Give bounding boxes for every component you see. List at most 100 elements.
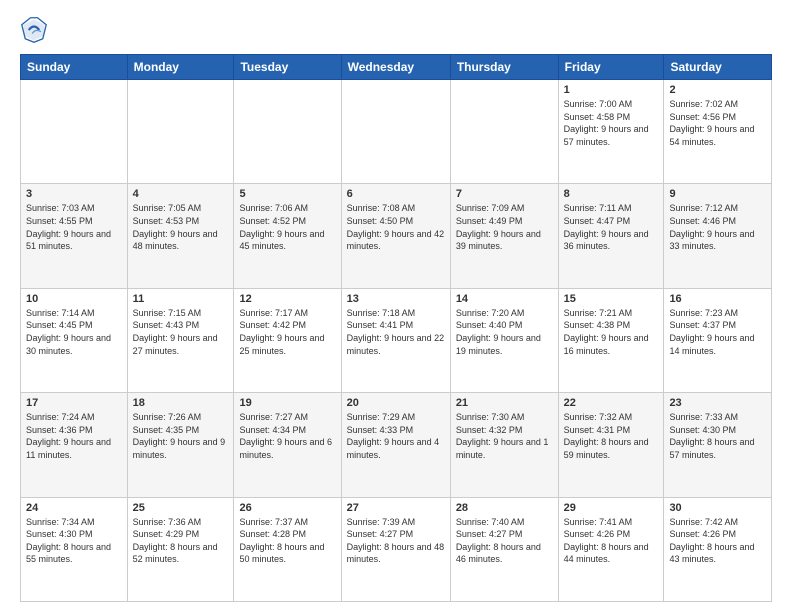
day-number: 8 <box>564 188 659 200</box>
day-number: 15 <box>564 293 659 305</box>
day-info: Sunrise: 7:24 AM Sunset: 4:36 PM Dayligh… <box>26 411 122 461</box>
day-number: 16 <box>669 293 766 305</box>
header-cell-friday: Friday <box>558 55 664 80</box>
day-number: 1 <box>564 84 659 96</box>
calendar-header: SundayMondayTuesdayWednesdayThursdayFrid… <box>21 55 772 80</box>
day-info: Sunrise: 7:36 AM Sunset: 4:29 PM Dayligh… <box>133 516 229 566</box>
header-cell-sunday: Sunday <box>21 55 128 80</box>
day-cell: 19 Sunrise: 7:27 AM Sunset: 4:34 PM Dayli… <box>234 393 341 497</box>
day-cell: 12 Sunrise: 7:17 AM Sunset: 4:42 PM Dayli… <box>234 288 341 392</box>
day-number: 2 <box>669 84 766 96</box>
day-cell: 27 Sunrise: 7:39 AM Sunset: 4:27 PM Dayli… <box>341 497 450 601</box>
day-cell <box>234 80 341 184</box>
day-cell: 16 Sunrise: 7:23 AM Sunset: 4:37 PM Dayli… <box>664 288 772 392</box>
day-number: 24 <box>26 502 122 514</box>
day-info: Sunrise: 7:17 AM Sunset: 4:42 PM Dayligh… <box>239 307 335 357</box>
day-number: 10 <box>26 293 122 305</box>
header <box>20 16 772 44</box>
day-info: Sunrise: 7:02 AM Sunset: 4:56 PM Dayligh… <box>669 98 766 148</box>
day-cell <box>127 80 234 184</box>
header-cell-monday: Monday <box>127 55 234 80</box>
header-cell-tuesday: Tuesday <box>234 55 341 80</box>
day-cell <box>450 80 558 184</box>
logo-icon <box>20 16 48 44</box>
day-cell: 17 Sunrise: 7:24 AM Sunset: 4:36 PM Dayli… <box>21 393 128 497</box>
day-cell: 22 Sunrise: 7:32 AM Sunset: 4:31 PM Dayli… <box>558 393 664 497</box>
calendar: SundayMondayTuesdayWednesdayThursdayFrid… <box>20 54 772 602</box>
day-cell: 29 Sunrise: 7:41 AM Sunset: 4:26 PM Dayli… <box>558 497 664 601</box>
day-number: 18 <box>133 397 229 409</box>
day-cell: 23 Sunrise: 7:33 AM Sunset: 4:30 PM Dayli… <box>664 393 772 497</box>
day-number: 9 <box>669 188 766 200</box>
day-number: 17 <box>26 397 122 409</box>
day-cell: 9Sunrise: 7:12 AM Sunset: 4:46 PM Daylig… <box>664 184 772 288</box>
week-row-1: 1 Sunrise: 7:00 AM Sunset: 4:58 PM Daylig… <box>21 80 772 184</box>
week-row-4: 17 Sunrise: 7:24 AM Sunset: 4:36 PM Dayli… <box>21 393 772 497</box>
day-number: 22 <box>564 397 659 409</box>
day-cell <box>341 80 450 184</box>
day-cell: 8 Sunrise: 7:11 AM Sunset: 4:47 PM Daylig… <box>558 184 664 288</box>
day-info: Sunrise: 7:15 AM Sunset: 4:43 PM Dayligh… <box>133 307 229 357</box>
day-info: Sunrise: 7:39 AM Sunset: 4:27 PM Dayligh… <box>347 516 445 566</box>
day-info: Sunrise: 7:11 AM Sunset: 4:47 PM Dayligh… <box>564 202 659 252</box>
day-number: 20 <box>347 397 445 409</box>
day-number: 26 <box>239 502 335 514</box>
day-number: 12 <box>239 293 335 305</box>
day-info: Sunrise: 7:41 AM Sunset: 4:26 PM Dayligh… <box>564 516 659 566</box>
week-row-2: 3Sunrise: 7:03 AM Sunset: 4:55 PM Daylig… <box>21 184 772 288</box>
day-cell: 18 Sunrise: 7:26 AM Sunset: 4:35 PM Dayli… <box>127 393 234 497</box>
day-cell: 7Sunrise: 7:09 AM Sunset: 4:49 PM Daylig… <box>450 184 558 288</box>
week-row-3: 10Sunrise: 7:14 AM Sunset: 4:45 PM Dayli… <box>21 288 772 392</box>
day-cell: 3Sunrise: 7:03 AM Sunset: 4:55 PM Daylig… <box>21 184 128 288</box>
day-number: 21 <box>456 397 553 409</box>
day-info: Sunrise: 7:30 AM Sunset: 4:32 PM Dayligh… <box>456 411 553 461</box>
day-info: Sunrise: 7:09 AM Sunset: 4:49 PM Dayligh… <box>456 202 553 252</box>
day-number: 27 <box>347 502 445 514</box>
header-cell-thursday: Thursday <box>450 55 558 80</box>
calendar-body: 1 Sunrise: 7:00 AM Sunset: 4:58 PM Daylig… <box>21 80 772 602</box>
day-cell: 4Sunrise: 7:05 AM Sunset: 4:53 PM Daylig… <box>127 184 234 288</box>
day-cell: 14Sunrise: 7:20 AM Sunset: 4:40 PM Dayli… <box>450 288 558 392</box>
day-cell: 1 Sunrise: 7:00 AM Sunset: 4:58 PM Daylig… <box>558 80 664 184</box>
day-cell: 13 Sunrise: 7:18 AM Sunset: 4:41 PM Dayli… <box>341 288 450 392</box>
day-info: Sunrise: 7:27 AM Sunset: 4:34 PM Dayligh… <box>239 411 335 461</box>
day-number: 28 <box>456 502 553 514</box>
day-number: 19 <box>239 397 335 409</box>
day-cell: 5Sunrise: 7:06 AM Sunset: 4:52 PM Daylig… <box>234 184 341 288</box>
day-info: Sunrise: 7:00 AM Sunset: 4:58 PM Dayligh… <box>564 98 659 148</box>
day-cell <box>21 80 128 184</box>
day-cell: 26 Sunrise: 7:37 AM Sunset: 4:28 PM Dayli… <box>234 497 341 601</box>
day-number: 3 <box>26 188 122 200</box>
day-info: Sunrise: 7:33 AM Sunset: 4:30 PM Dayligh… <box>669 411 766 461</box>
header-row: SundayMondayTuesdayWednesdayThursdayFrid… <box>21 55 772 80</box>
day-cell: 21 Sunrise: 7:30 AM Sunset: 4:32 PM Dayli… <box>450 393 558 497</box>
day-info: Sunrise: 7:34 AM Sunset: 4:30 PM Dayligh… <box>26 516 122 566</box>
day-cell: 24 Sunrise: 7:34 AM Sunset: 4:30 PM Dayli… <box>21 497 128 601</box>
day-number: 5 <box>239 188 335 200</box>
calendar-table: SundayMondayTuesdayWednesdayThursdayFrid… <box>20 54 772 602</box>
day-info: Sunrise: 7:18 AM Sunset: 4:41 PM Dayligh… <box>347 307 445 357</box>
header-cell-saturday: Saturday <box>664 55 772 80</box>
header-cell-wednesday: Wednesday <box>341 55 450 80</box>
day-info: Sunrise: 7:37 AM Sunset: 4:28 PM Dayligh… <box>239 516 335 566</box>
day-cell: 30Sunrise: 7:42 AM Sunset: 4:26 PM Dayli… <box>664 497 772 601</box>
day-info: Sunrise: 7:26 AM Sunset: 4:35 PM Dayligh… <box>133 411 229 461</box>
day-number: 29 <box>564 502 659 514</box>
day-cell: 15Sunrise: 7:21 AM Sunset: 4:38 PM Dayli… <box>558 288 664 392</box>
day-cell: 6Sunrise: 7:08 AM Sunset: 4:50 PM Daylig… <box>341 184 450 288</box>
day-number: 6 <box>347 188 445 200</box>
page: SundayMondayTuesdayWednesdayThursdayFrid… <box>0 0 792 612</box>
day-number: 13 <box>347 293 445 305</box>
day-number: 30 <box>669 502 766 514</box>
day-info: Sunrise: 7:32 AM Sunset: 4:31 PM Dayligh… <box>564 411 659 461</box>
day-number: 14 <box>456 293 553 305</box>
day-cell: 28Sunrise: 7:40 AM Sunset: 4:27 PM Dayli… <box>450 497 558 601</box>
logo <box>20 16 52 44</box>
day-number: 23 <box>669 397 766 409</box>
day-cell: 20 Sunrise: 7:29 AM Sunset: 4:33 PM Dayli… <box>341 393 450 497</box>
day-info: Sunrise: 7:23 AM Sunset: 4:37 PM Dayligh… <box>669 307 766 357</box>
day-info: Sunrise: 7:29 AM Sunset: 4:33 PM Dayligh… <box>347 411 445 461</box>
day-number: 25 <box>133 502 229 514</box>
day-cell: 2 Sunrise: 7:02 AM Sunset: 4:56 PM Daylig… <box>664 80 772 184</box>
week-row-5: 24 Sunrise: 7:34 AM Sunset: 4:30 PM Dayli… <box>21 497 772 601</box>
